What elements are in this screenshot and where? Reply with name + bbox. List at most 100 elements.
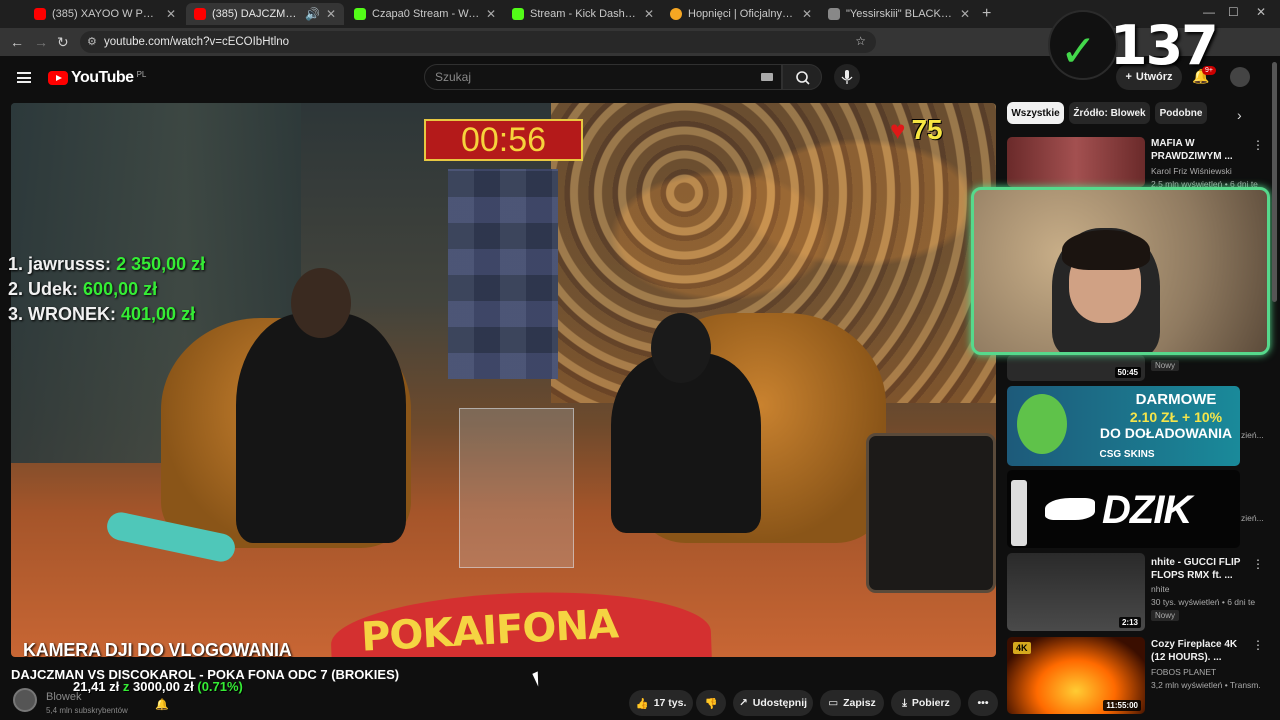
pixelated-blur: [448, 169, 558, 379]
search-button[interactable]: [782, 64, 822, 90]
share-icon: ↗: [738, 697, 748, 709]
browser-tab-5[interactable]: Hopnięci | Oficjalny zwiastun / … ✕: [662, 3, 820, 25]
browser-tab-3[interactable]: Czapa0 Stream - Watch Live on ✕: [346, 3, 504, 25]
close-icon[interactable]: ✕: [802, 7, 812, 21]
browser-tab-4[interactable]: Stream - Kick Dashboard ✕: [504, 3, 662, 25]
window-close-icon[interactable]: ✕: [1256, 5, 1266, 19]
browser-tab-2[interactable]: (385) DAJCZMAN VS DISCO 🔊 ✕: [186, 3, 344, 25]
recommendation-title[interactable]: MAFIA W PRAWDZIWYM ...: [1151, 137, 1249, 163]
goal-item-label: KAMERA DJI DO VLOGOWANIA: [23, 640, 292, 660]
ad-line: DO DOŁADOWANIA: [1099, 425, 1233, 441]
ad-banner-csg[interactable]: DARMOWE 2.10 ZŁ + 10% DO DOŁADOWANIA CSG…: [1007, 386, 1240, 466]
new-badge: Nowy: [1151, 360, 1180, 371]
like-count: 17 tys.: [653, 697, 687, 709]
ad-brand: CSG SKINS: [1099, 449, 1155, 460]
close-icon[interactable]: ✕: [960, 7, 970, 21]
bookmark-star-icon[interactable]: ☆: [855, 34, 866, 48]
recommendation-meta: 30 tys. wyświetleń • 6 dni te: [1151, 597, 1256, 607]
voice-search-button[interactable]: [834, 64, 860, 90]
kebab-menu-icon[interactable]: ⋮: [1252, 638, 1264, 652]
reload-icon[interactable]: ↻: [57, 34, 69, 51]
country-code: PL: [136, 69, 147, 79]
recommendation-thumbnail[interactable]: [1007, 137, 1145, 187]
search-placeholder: Szukaj: [435, 70, 472, 84]
download-label: Pobierz: [911, 697, 950, 709]
goal-current: 21,41 zł: [73, 679, 120, 694]
ad-figure: [1011, 480, 1027, 546]
bookmark-icon: ▭: [828, 697, 839, 709]
scrollbar-thumb[interactable]: [1272, 62, 1277, 302]
search-input[interactable]: Szukaj: [424, 64, 782, 90]
browser-tab-6[interactable]: "Yessirskiii" BLACK SWEATPANT ✕: [820, 3, 978, 25]
search-icon: [796, 71, 810, 85]
ad-line: 2.10 ZŁ + 10%: [1129, 409, 1223, 425]
download-button[interactable]: ⤓ Pobierz: [891, 690, 961, 716]
speaker-icon[interactable]: 🔊: [305, 7, 320, 21]
share-button[interactable]: ↗ Udostępnij: [733, 690, 813, 716]
forward-icon[interactable]: →: [34, 34, 48, 50]
donation-leaderboard: 1. jawrusss: 2 350,00 zł 2. Udek: 600,00…: [8, 252, 205, 327]
chip-all[interactable]: Wszystkie: [1007, 102, 1064, 124]
tab-title: Hopnięci | Oficjalny zwiastun / …: [688, 8, 796, 20]
save-button[interactable]: ▭ Zapisz: [820, 690, 884, 716]
tab-title: Czapa0 Stream - Watch Live on: [372, 8, 480, 20]
close-icon[interactable]: ✕: [486, 7, 496, 21]
close-icon[interactable]: ✕: [166, 7, 176, 21]
url-text: youtube.com/watch?v=cECOIbHtlno: [104, 36, 290, 48]
dislike-button[interactable]: 👎: [696, 690, 726, 716]
recommendation-channel: Karol Friz Wiśniewski: [1151, 166, 1232, 176]
kebab-menu-icon[interactable]: ⋮: [1252, 557, 1264, 571]
boar-logo-icon: [1045, 498, 1095, 520]
leaderboard-row: 3. WRONEK: 401,00 zł: [8, 302, 205, 327]
close-icon[interactable]: ✕: [326, 7, 336, 21]
site-info-icon[interactable]: ⚙: [87, 35, 97, 48]
youtube-favicon-icon: [34, 8, 46, 20]
ad-line: DARMOWE: [1135, 391, 1217, 408]
maximize-icon[interactable]: ☐: [1228, 5, 1239, 19]
heart-icon: ♥: [890, 115, 906, 145]
browser-tab-1[interactable]: (385) XAYOO W PROJEKCIE SUC ✕: [26, 3, 184, 25]
save-label: Zapisz: [843, 697, 876, 709]
4k-badge: 4K: [1013, 642, 1031, 654]
recommendation-channel: nhite: [1151, 584, 1170, 594]
chip-similar[interactable]: Podobne: [1155, 102, 1207, 124]
video-player[interactable]: POKAIFONA: [11, 103, 996, 657]
chevron-right-icon[interactable]: ›: [1237, 107, 1242, 123]
leaderboard-amount: 600,00 zł: [83, 279, 158, 299]
recommendation-channel: FOBOS PLANET: [1151, 667, 1217, 677]
account-avatar[interactable]: [1230, 67, 1250, 87]
tab-title: "Yessirskiii" BLACK SWEATPANT: [846, 8, 954, 20]
like-button[interactable]: 👍 17 tys.: [629, 690, 693, 716]
recommendation-title[interactable]: Cozy Fireplace 4K (12 HOURS). ...: [1151, 638, 1249, 664]
kick-favicon-icon: [354, 8, 366, 20]
chip-source[interactable]: Źródło: Blowek: [1069, 102, 1150, 124]
channel-avatar[interactable]: [13, 688, 37, 712]
thumbs-up-icon: 👍: [635, 697, 649, 710]
url-field[interactable]: ⚙ youtube.com/watch?v=cECOIbHtlno ☆: [80, 31, 876, 53]
more-actions-button[interactable]: •••: [968, 690, 998, 716]
youtube-logo[interactable]: YouTube PL: [48, 69, 146, 87]
recommendation-thumbnail[interactable]: 2:13: [1007, 553, 1145, 631]
close-icon[interactable]: ✕: [644, 7, 654, 21]
keyboard-icon[interactable]: [761, 73, 773, 81]
donation-goal: 21,41 zł z 3000,00 zł (0.71%): [73, 679, 243, 694]
goal-target: 3000,00 zł: [133, 679, 194, 694]
site-favicon-icon: [828, 8, 840, 20]
leaderboard-name: 2. Udek:: [8, 279, 79, 299]
share-label: Udostępnij: [752, 697, 808, 709]
subscribe-bell-icon[interactable]: 🔔: [155, 698, 169, 711]
kebab-menu-icon[interactable]: ⋮: [1252, 138, 1264, 152]
mouse-cursor-icon: [532, 671, 544, 687]
recommendation-meta: 3,2 mln wyświetleń • Transm...: [1151, 680, 1261, 690]
new-tab-icon[interactable]: +: [982, 5, 991, 23]
recommendation-thumbnail[interactable]: 50:45: [1007, 355, 1145, 381]
streamer-webcam: [971, 187, 1270, 355]
back-icon[interactable]: ←: [10, 34, 24, 50]
menu-icon[interactable]: [17, 72, 31, 83]
recommendation-title[interactable]: nhite - GUCCI FLIP FLOPS RMX ft. ...: [1151, 556, 1249, 582]
kick-favicon-icon: [512, 8, 524, 20]
chip-label: Podobne: [1159, 107, 1203, 119]
ad-banner-dzik[interactable]: DZIK: [1007, 470, 1240, 548]
recommendation-thumbnail[interactable]: 4K 11:55:00: [1007, 637, 1145, 714]
leaderboard-name: 1. jawrusss:: [8, 254, 112, 274]
